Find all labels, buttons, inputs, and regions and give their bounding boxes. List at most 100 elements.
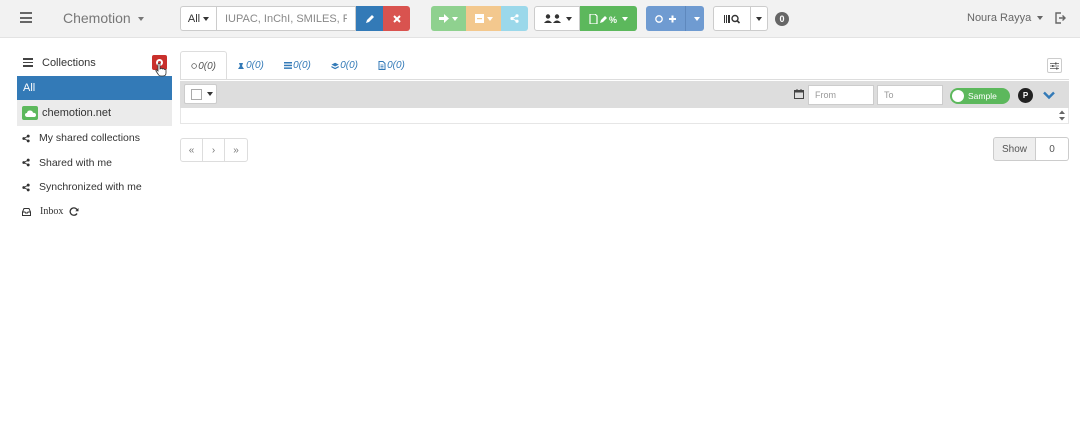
pagination: « › » [180, 138, 248, 162]
element-tabs: 0(0) 0(0) 0(0) 0(0) 0(0) [180, 51, 415, 80]
share-icon [22, 134, 30, 143]
reaction-icon [238, 62, 245, 69]
remove-button[interactable] [466, 6, 501, 31]
sidebar-item-my-shared[interactable]: My shared collections [17, 126, 172, 151]
notification-badge: 0 [775, 12, 789, 26]
collection-all[interactable]: All [17, 76, 172, 100]
hamburger-icon[interactable] [20, 12, 32, 23]
sliders-icon [1050, 62, 1059, 69]
tabs-divider [180, 79, 1069, 80]
chevron-down-icon [756, 16, 762, 21]
share-icon [510, 14, 519, 23]
sidebar-item-shared-with-me[interactable]: Shared with me [17, 151, 172, 176]
arrow-right-icon [439, 14, 449, 23]
toggle-label: Sample [968, 91, 997, 101]
sample-icon [191, 63, 197, 69]
user-menu[interactable]: Noura Rayya [967, 12, 1044, 24]
structure-editor-button[interactable] [356, 6, 383, 31]
tab-wellplates[interactable]: 0(0) [274, 51, 321, 80]
brand-menu[interactable]: Chemotion [63, 10, 144, 26]
share-button[interactable] [501, 6, 528, 31]
research-plan-icon [378, 61, 386, 70]
share-icon [22, 183, 30, 192]
tab-samples[interactable]: 0(0) [180, 51, 227, 80]
sidebar-item-label: Inbox [40, 206, 64, 218]
chevron-down-icon [207, 92, 213, 96]
create-dropdown-button[interactable] [685, 6, 704, 31]
chevron-down-icon [486, 16, 493, 21]
select-all-dropdown[interactable] [184, 84, 217, 104]
chevron-down-icon [622, 16, 628, 21]
collection-all-label: All [23, 82, 36, 94]
toggle-knob [952, 90, 964, 102]
pencil-icon [365, 14, 374, 23]
sidebar: Collections All chemotion.net My shared … [17, 50, 172, 224]
p-filter-button[interactable]: P [1018, 88, 1033, 103]
list-settings-button[interactable] [1047, 58, 1062, 73]
sidebar-item-label: Synchronized with me [39, 181, 142, 194]
date-from-input[interactable] [808, 85, 874, 105]
per-page-input[interactable] [1036, 137, 1069, 161]
users-group: % [534, 6, 637, 31]
filter-bar: Sample P [180, 81, 1069, 108]
next-page-button[interactable]: › [203, 139, 225, 161]
scan-barcode-button[interactable] [713, 6, 751, 31]
scroll-arrows-icon[interactable] [1058, 109, 1066, 122]
split-create-button[interactable] [646, 6, 685, 31]
reports-button[interactable]: % [580, 6, 637, 31]
collection-actions-group [431, 6, 528, 31]
search-scope-dropdown[interactable]: All [180, 6, 216, 31]
show-label: Show [993, 137, 1036, 161]
collection-chemotion[interactable]: chemotion.net [17, 100, 172, 126]
scan-dropdown-button[interactable] [751, 6, 768, 31]
element-type-toggle[interactable]: Sample [950, 88, 1010, 104]
cloud-icon [22, 106, 38, 120]
minus-square-icon [474, 14, 484, 23]
users-button[interactable] [534, 6, 580, 31]
search-group: All [180, 6, 410, 31]
move-button[interactable] [431, 6, 466, 31]
inbox-icon [22, 207, 31, 216]
tab-screens[interactable]: 0(0) [321, 51, 368, 80]
scan-group [713, 6, 768, 31]
chevron-down-icon [203, 16, 210, 21]
share-icon [22, 158, 30, 167]
chevron-down-icon [137, 17, 144, 22]
svg-text:%: % [609, 15, 617, 24]
sidebar-item-synchronized[interactable]: Synchronized with me [17, 175, 172, 200]
tab-research-plans[interactable]: 0(0) [368, 51, 415, 80]
collections-header: Collections [17, 50, 172, 77]
list-icon [23, 58, 33, 67]
screen-icon [331, 62, 339, 69]
users-icon [543, 13, 561, 23]
chevron-down-icon [452, 16, 458, 21]
refresh-icon[interactable] [69, 207, 79, 217]
sidebar-item-inbox[interactable]: Inbox [17, 200, 172, 225]
show-per-page: Show [993, 137, 1069, 161]
sidebar-item-label: My shared collections [39, 132, 140, 145]
clear-search-button[interactable] [383, 6, 410, 31]
select-all-checkbox[interactable] [191, 88, 202, 100]
report-icon: % [589, 13, 617, 24]
search-input[interactable] [216, 6, 356, 31]
sidebar-item-label: Shared with me [39, 156, 112, 169]
chevron-down-icon [1037, 16, 1044, 21]
first-page-button[interactable]: « [181, 139, 203, 161]
close-icon [392, 14, 401, 23]
tab-reactions[interactable]: 0(0) [227, 51, 274, 80]
collection-chemotion-label: chemotion.net [42, 107, 112, 119]
create-group [646, 6, 704, 31]
hand-cursor-icon [155, 63, 167, 77]
chevron-down-icon [693, 16, 700, 21]
chevron-down-icon[interactable] [1042, 88, 1056, 102]
chevron-down-icon [565, 16, 572, 21]
create-icon [654, 14, 676, 23]
calendar-icon [794, 89, 804, 99]
collections-title: Collections [42, 56, 96, 69]
logout-icon[interactable] [1054, 12, 1066, 24]
date-to-input[interactable] [877, 85, 943, 105]
barcode-search-icon [724, 14, 740, 24]
wellplate-icon [284, 62, 293, 69]
top-navbar: Chemotion All % [0, 0, 1080, 38]
last-page-button[interactable]: » [225, 139, 247, 161]
